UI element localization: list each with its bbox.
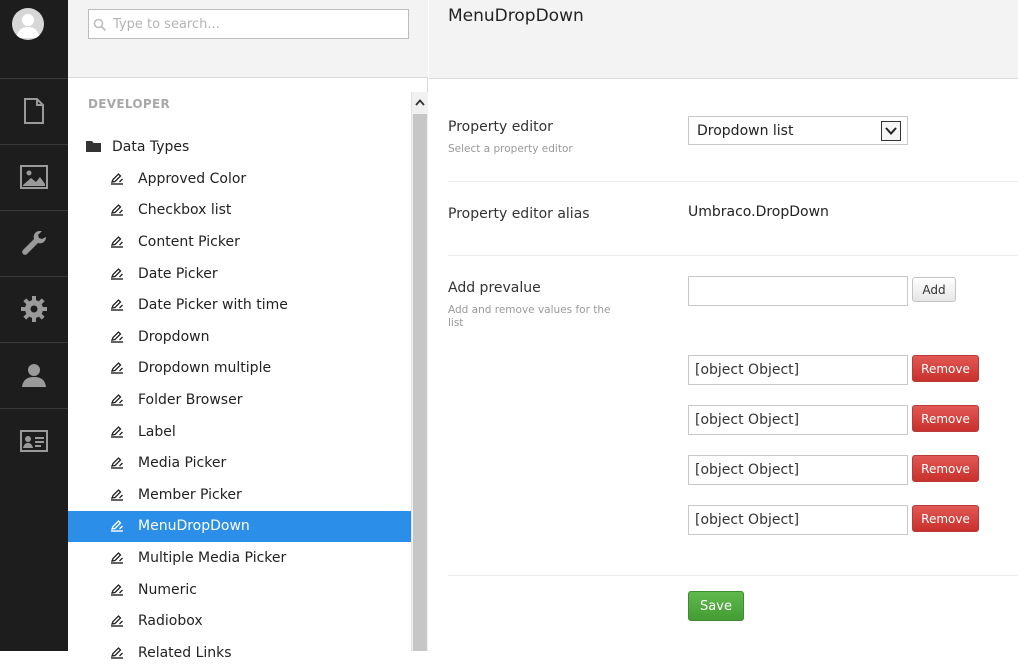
- tree-item[interactable]: Radiobox: [68, 605, 411, 637]
- property-editor-select[interactable]: Dropdown list: [688, 116, 908, 145]
- tree-root-data-types[interactable]: Data Types: [86, 136, 189, 158]
- scroll-up-arrow-icon[interactable]: [412, 92, 428, 112]
- property-editor-alias-label: Property editor alias: [448, 206, 590, 222]
- tree-item-label: Member Picker: [138, 486, 242, 503]
- remove-prevalue-button[interactable]: Remove: [912, 455, 979, 482]
- prevalue-value-field[interactable]: [object Object]: [688, 405, 908, 435]
- property-editor-selected: Dropdown list: [697, 123, 794, 139]
- datatype-icon: [110, 236, 138, 248]
- datatype-icon: [110, 330, 138, 343]
- tree-item[interactable]: Folder Browser: [68, 384, 411, 416]
- datatype-icon: [110, 204, 138, 217]
- tree-item-label: Label: [138, 423, 176, 440]
- developer-section-button[interactable]: [0, 210, 68, 275]
- tree-item[interactable]: Dropdown multiple: [68, 353, 411, 385]
- editor-header: MenuDropDown: [429, 0, 1018, 79]
- datatype-icon: [110, 457, 138, 469]
- tree-item-label: Numeric: [138, 581, 197, 598]
- tree-item-label: Media Picker: [138, 455, 227, 472]
- media-icon: [20, 165, 48, 189]
- tree-scrollbar[interactable]: [411, 92, 428, 651]
- divider: [448, 575, 1018, 576]
- tree-item[interactable]: Checkbox list: [68, 195, 411, 227]
- tree-item[interactable]: Date Picker with time: [68, 289, 411, 321]
- prevalue-input[interactable]: [688, 276, 908, 306]
- datatype-icon: [110, 615, 138, 627]
- tree-item-label: MenuDropDown: [138, 518, 250, 535]
- prevalue-value-field[interactable]: [object Object]: [688, 455, 908, 485]
- content-icon: [23, 98, 45, 124]
- prevalue-value-field[interactable]: [object Object]: [688, 355, 908, 385]
- add-prevalue-description: Add and remove values for the list: [448, 304, 611, 329]
- datatype-icon: [110, 362, 138, 375]
- remove-prevalue-button[interactable]: Remove: [912, 505, 979, 532]
- datatype-icon: [110, 646, 138, 659]
- tree-item-label: Date Picker: [138, 265, 218, 282]
- tree-header: [68, 0, 428, 78]
- search-box[interactable]: [88, 9, 409, 39]
- datatype-icon: [110, 552, 138, 564]
- datatype-icon: [110, 172, 138, 185]
- save-button[interactable]: Save: [688, 591, 744, 621]
- users-section-button[interactable]: [0, 342, 68, 407]
- tree-item[interactable]: Date Picker: [68, 258, 411, 290]
- datatype-icon: [110, 299, 138, 311]
- members-section-button[interactable]: [0, 408, 68, 473]
- members-icon: [20, 430, 48, 452]
- tree-item-label: Related Links: [138, 644, 232, 661]
- tree-item-label: Folder Browser: [138, 391, 243, 408]
- settings-icon: [20, 295, 48, 323]
- tree-root-label: Data Types: [112, 139, 190, 155]
- avatar[interactable]: [12, 8, 44, 40]
- tree-item-label: Dropdown multiple: [138, 360, 272, 377]
- tree-item-label: Dropdown: [138, 328, 210, 345]
- remove-prevalue-button[interactable]: Remove: [912, 355, 979, 382]
- users-icon: [21, 362, 47, 388]
- property-editor-label: Property editor: [448, 119, 553, 135]
- tree-item[interactable]: Numeric: [68, 574, 411, 606]
- property-editor-alias-value: Umbraco.DropDown: [688, 204, 829, 220]
- tree-item[interactable]: Multiple Media Picker: [68, 542, 411, 574]
- tree-item-label: Radiobox: [138, 613, 203, 630]
- tree-item-label: Multiple Media Picker: [138, 549, 287, 566]
- tree-item[interactable]: Media Picker: [68, 447, 411, 479]
- tree-item[interactable]: Dropdown: [68, 321, 411, 353]
- settings-section-button[interactable]: [0, 276, 68, 341]
- datatype-icon: [110, 394, 138, 406]
- developer-icon: [20, 229, 48, 257]
- search-input[interactable]: [113, 14, 403, 34]
- page-title: MenuDropDown: [448, 6, 584, 26]
- content-section-button[interactable]: [0, 78, 68, 143]
- divider: [448, 181, 1018, 182]
- tree-item[interactable]: Label: [68, 416, 411, 448]
- tree-panel: DEVELOPER Data Types Approved Color Check…: [68, 0, 428, 661]
- tree-item[interactable]: Content Picker: [68, 226, 411, 258]
- tree-item-label: Checkbox list: [138, 202, 232, 219]
- tree-item[interactable]: MenuDropDown: [68, 510, 411, 543]
- divider: [448, 255, 1018, 256]
- tree-item[interactable]: Related Links: [68, 637, 411, 669]
- add-prevalue-label: Add prevalue: [448, 280, 541, 296]
- tree-list: Approved Color Checkbox list Content Picke…: [68, 163, 411, 669]
- tree-item[interactable]: Member Picker: [68, 479, 411, 511]
- app-sidebar: [0, 0, 68, 651]
- tree-item-label: Date Picker with time: [138, 297, 288, 314]
- add-prevalue-button[interactable]: Add: [912, 277, 956, 302]
- chevron-down-icon[interactable]: [881, 121, 901, 141]
- remove-prevalue-button[interactable]: Remove: [912, 405, 979, 432]
- section-title: DEVELOPER: [88, 97, 170, 111]
- media-section-button[interactable]: [0, 144, 68, 209]
- datatype-icon: [110, 520, 138, 533]
- tree-item-label: Content Picker: [138, 233, 240, 250]
- property-editor-description: Select a property editor: [448, 143, 573, 155]
- folder-icon: [86, 138, 102, 157]
- tree-item[interactable]: Approved Color: [68, 163, 411, 195]
- datatype-icon: [110, 425, 138, 438]
- datatype-icon: [110, 583, 138, 596]
- prevalue-value-field[interactable]: [object Object]: [688, 505, 908, 535]
- datatype-icon: [110, 267, 138, 280]
- scrollbar-thumb[interactable]: [413, 114, 427, 651]
- tree-item-label: Approved Color: [138, 170, 247, 187]
- datatype-icon: [110, 488, 138, 501]
